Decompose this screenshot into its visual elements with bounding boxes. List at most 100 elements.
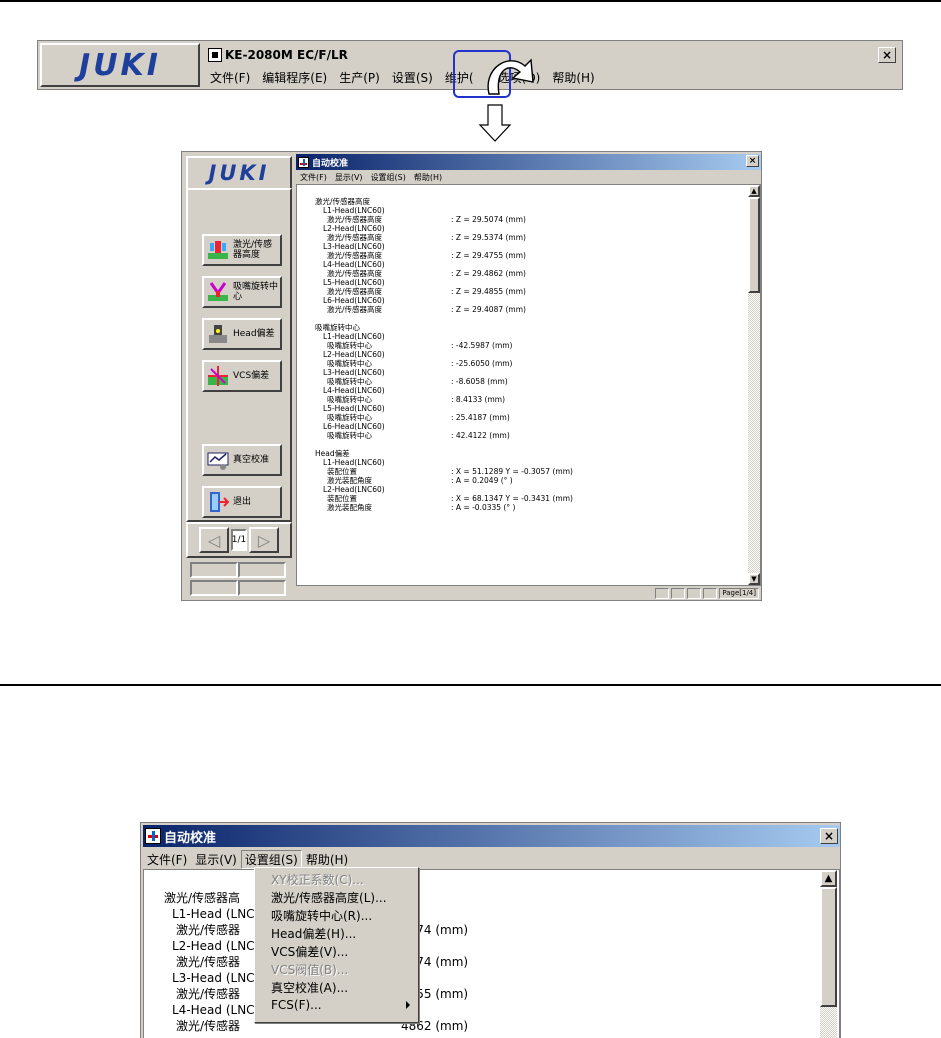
zoomed-title-bar: 自动校准 ×: [143, 825, 840, 847]
head-offset-button[interactable]: Head偏差: [202, 318, 282, 350]
scroll-down-button[interactable]: ▼: [748, 573, 760, 585]
head-line: L3-Head(LNC60): [315, 368, 735, 377]
menu-help[interactable]: 帮助(H): [546, 69, 600, 86]
menu-help[interactable]: 帮助(H): [410, 172, 446, 183]
zoomed-menu-bar: 文件(F) 显示(V) 设置组(S) 帮助(H): [143, 849, 352, 869]
value-text: : 25.4187 (mm): [451, 413, 510, 422]
status-cell: [687, 587, 702, 599]
menu-help[interactable]: 帮助(H): [302, 851, 352, 868]
calibration-close-button[interactable]: ×: [746, 155, 759, 167]
value-text: : Z = 29.4087 (mm): [451, 305, 526, 314]
section-heading-row: 激光/传感器高度: [315, 197, 735, 206]
head-name: L2-Head(LNC60): [323, 224, 385, 233]
exit-button[interactable]: 退出: [202, 486, 282, 518]
laser-sensor-height-menu-item[interactable]: 激光/传感器高度(L)...: [255, 888, 418, 906]
menu-file[interactable]: 文件(F): [143, 851, 191, 868]
calibration-status-bar: Page[1/4]: [296, 586, 761, 600]
setting-group-dropdown: XY校正系数(C)... 激光/传感器高度(L)... 吸嘴旋转中心(R)...…: [254, 867, 419, 1023]
value-line: 吸嘴旋转中心: 42.4122 (mm): [315, 431, 735, 440]
head-name: L5-Head(LNC60): [323, 404, 385, 413]
status-cell: [655, 587, 670, 599]
value-label: 装配位置: [327, 467, 357, 476]
menu-view[interactable]: 显示(V): [191, 851, 241, 868]
exit-icon: [207, 491, 230, 513]
value-label: 吸嘴旋转中心: [327, 359, 372, 368]
value-text: : Z = 29.5074 (mm): [451, 215, 526, 224]
next-page-button[interactable]: ▷: [249, 527, 279, 553]
value-label: 激光/传感器高度: [327, 215, 383, 224]
prev-page-button[interactable]: ◁: [199, 527, 229, 553]
vacuum-calibration-button[interactable]: 真空校准: [202, 444, 282, 476]
results-text: 激光/传感器高度 L1-Head(LNC60) 激光/传感器高度: Z = 29.5…: [315, 197, 735, 512]
nozzle-rotation-center-button[interactable]: 吸嘴旋转中心: [202, 276, 282, 308]
head-line: L1-Head(LNC60): [315, 332, 735, 341]
page-status: Page[1/4]: [719, 587, 759, 599]
head-name: L2-Head(LNC60): [323, 350, 385, 359]
value-text: : X = 51.1289 Y = -0.3057 (mm): [451, 467, 573, 476]
value-line: 吸嘴旋转中心: 8.4133 (mm): [315, 395, 735, 404]
vcs-offset-button[interactable]: VCS偏差: [202, 360, 282, 392]
value-label: 激光装配角度: [327, 503, 372, 512]
value-text: : -42.5987 (mm): [451, 341, 513, 350]
value-text: : -25.6050 (mm): [451, 359, 513, 368]
down-arrow-icon: [478, 104, 512, 142]
menu-edit-program[interactable]: 编辑程序(E): [256, 69, 333, 86]
value-line: 吸嘴旋转中心 : -25.6050 (mm): [315, 359, 735, 368]
scroll-up-button[interactable]: ▲: [748, 185, 760, 197]
head-name: L5-Head(LNC60): [323, 278, 385, 287]
top-divider: [0, 0, 941, 2]
section-heading: 吸嘴旋转中心: [315, 323, 360, 332]
left-panel: JUKI 激光/传感器高度 吸嘴旋转中心 Head偏差 VCS偏差 真空校准 退…: [184, 154, 294, 600]
scroll-up-button[interactable]: ▲: [820, 870, 837, 887]
status-cell: [238, 580, 286, 596]
main-close-button[interactable]: ×: [878, 47, 896, 63]
xy-correction-menu-item[interactable]: XY校正系数(C)...: [255, 870, 418, 888]
menu-view[interactable]: 显示(V): [331, 172, 367, 183]
fcs-label: FCS(F)...: [271, 998, 322, 1012]
results-scrollbar[interactable]: ▲ ▼: [748, 185, 760, 585]
head-line: L2-Head(LNC60): [315, 224, 735, 233]
laser-sensor-height-button[interactable]: 激光/传感器高度: [202, 234, 282, 266]
menu-setting-group[interactable]: 设置组(S): [240, 849, 302, 869]
vcs-threshold-menu-item[interactable]: VCS阀值(B)...: [255, 960, 418, 978]
fcs-menu-item[interactable]: FCS(F)...: [255, 996, 418, 1014]
section-heading: Head偏差: [315, 449, 350, 458]
value-label: 吸嘴旋转中心: [327, 341, 372, 350]
head-name: L2-Head(LNC60): [323, 485, 385, 494]
nozzle-rotation-center-menu-item[interactable]: 吸嘴旋转中心(R)...: [255, 906, 418, 924]
value-text: : X = 68.1347 Y = -0.3431 (mm): [451, 494, 573, 503]
head-name: L6-Head(LNC60): [323, 296, 385, 305]
menu-setting-group[interactable]: 设置组(S): [367, 172, 410, 183]
value-text: : Z = 29.5374 (mm): [451, 233, 526, 242]
head-line: L5-Head(LNC60): [315, 404, 735, 413]
menu-settings[interactable]: 设置(S): [386, 69, 439, 86]
side-button-panel: 激光/传感器高度 吸嘴旋转中心 Head偏差 VCS偏差 真空校准 退出: [186, 188, 292, 522]
zoomed-results-panel: 激光/传感器高 L1-Head (LNC 激光/传感器 5074 (mm) L2-…: [143, 869, 840, 1038]
zoomed-close-button[interactable]: ×: [820, 828, 838, 844]
head-name: L3-Head(LNC60): [323, 368, 385, 377]
value-line: 激光装配角度: A = 0.2049 (° ): [315, 476, 735, 485]
menu-file[interactable]: 文件(F): [296, 172, 331, 183]
vacuum-calibration-menu-item[interactable]: 真空校准(A)...: [255, 978, 418, 996]
vcs-offset-menu-item[interactable]: VCS偏差(V)...: [255, 942, 418, 960]
menu-production[interactable]: 生产(P): [333, 69, 386, 86]
value-line: 装配位置: X = 68.1347 Y = -0.3431 (mm): [315, 494, 735, 503]
value-line: 激光/传感器高度: Z = 29.5374 (mm): [315, 233, 735, 242]
value-label: 吸嘴旋转中心: [327, 431, 372, 440]
scroll-thumb[interactable]: [748, 197, 760, 293]
menu-file[interactable]: 文件(F): [204, 69, 256, 86]
status-cell: [190, 580, 238, 596]
head-name: L3-Head(LNC60): [323, 242, 385, 251]
value-label: 激光/传感器高度: [327, 269, 383, 278]
status-cell: [703, 587, 718, 599]
head-offset-menu-item[interactable]: Head偏差(H)...: [255, 924, 418, 942]
section-heading: 激光/传感器高度: [315, 197, 371, 206]
zoomed-window-title: 自动校准: [164, 830, 217, 846]
value-line: 装配位置 : X = 51.1289 Y = -0.3057 (mm): [315, 467, 735, 476]
value-label: 吸嘴旋转中心: [327, 413, 372, 422]
scroll-thumb[interactable]: [820, 887, 837, 1007]
zoomed-scrollbar[interactable]: ▲: [820, 870, 837, 1038]
value-label: 激光/传感器高度: [327, 305, 383, 314]
status-cell: [190, 562, 238, 578]
